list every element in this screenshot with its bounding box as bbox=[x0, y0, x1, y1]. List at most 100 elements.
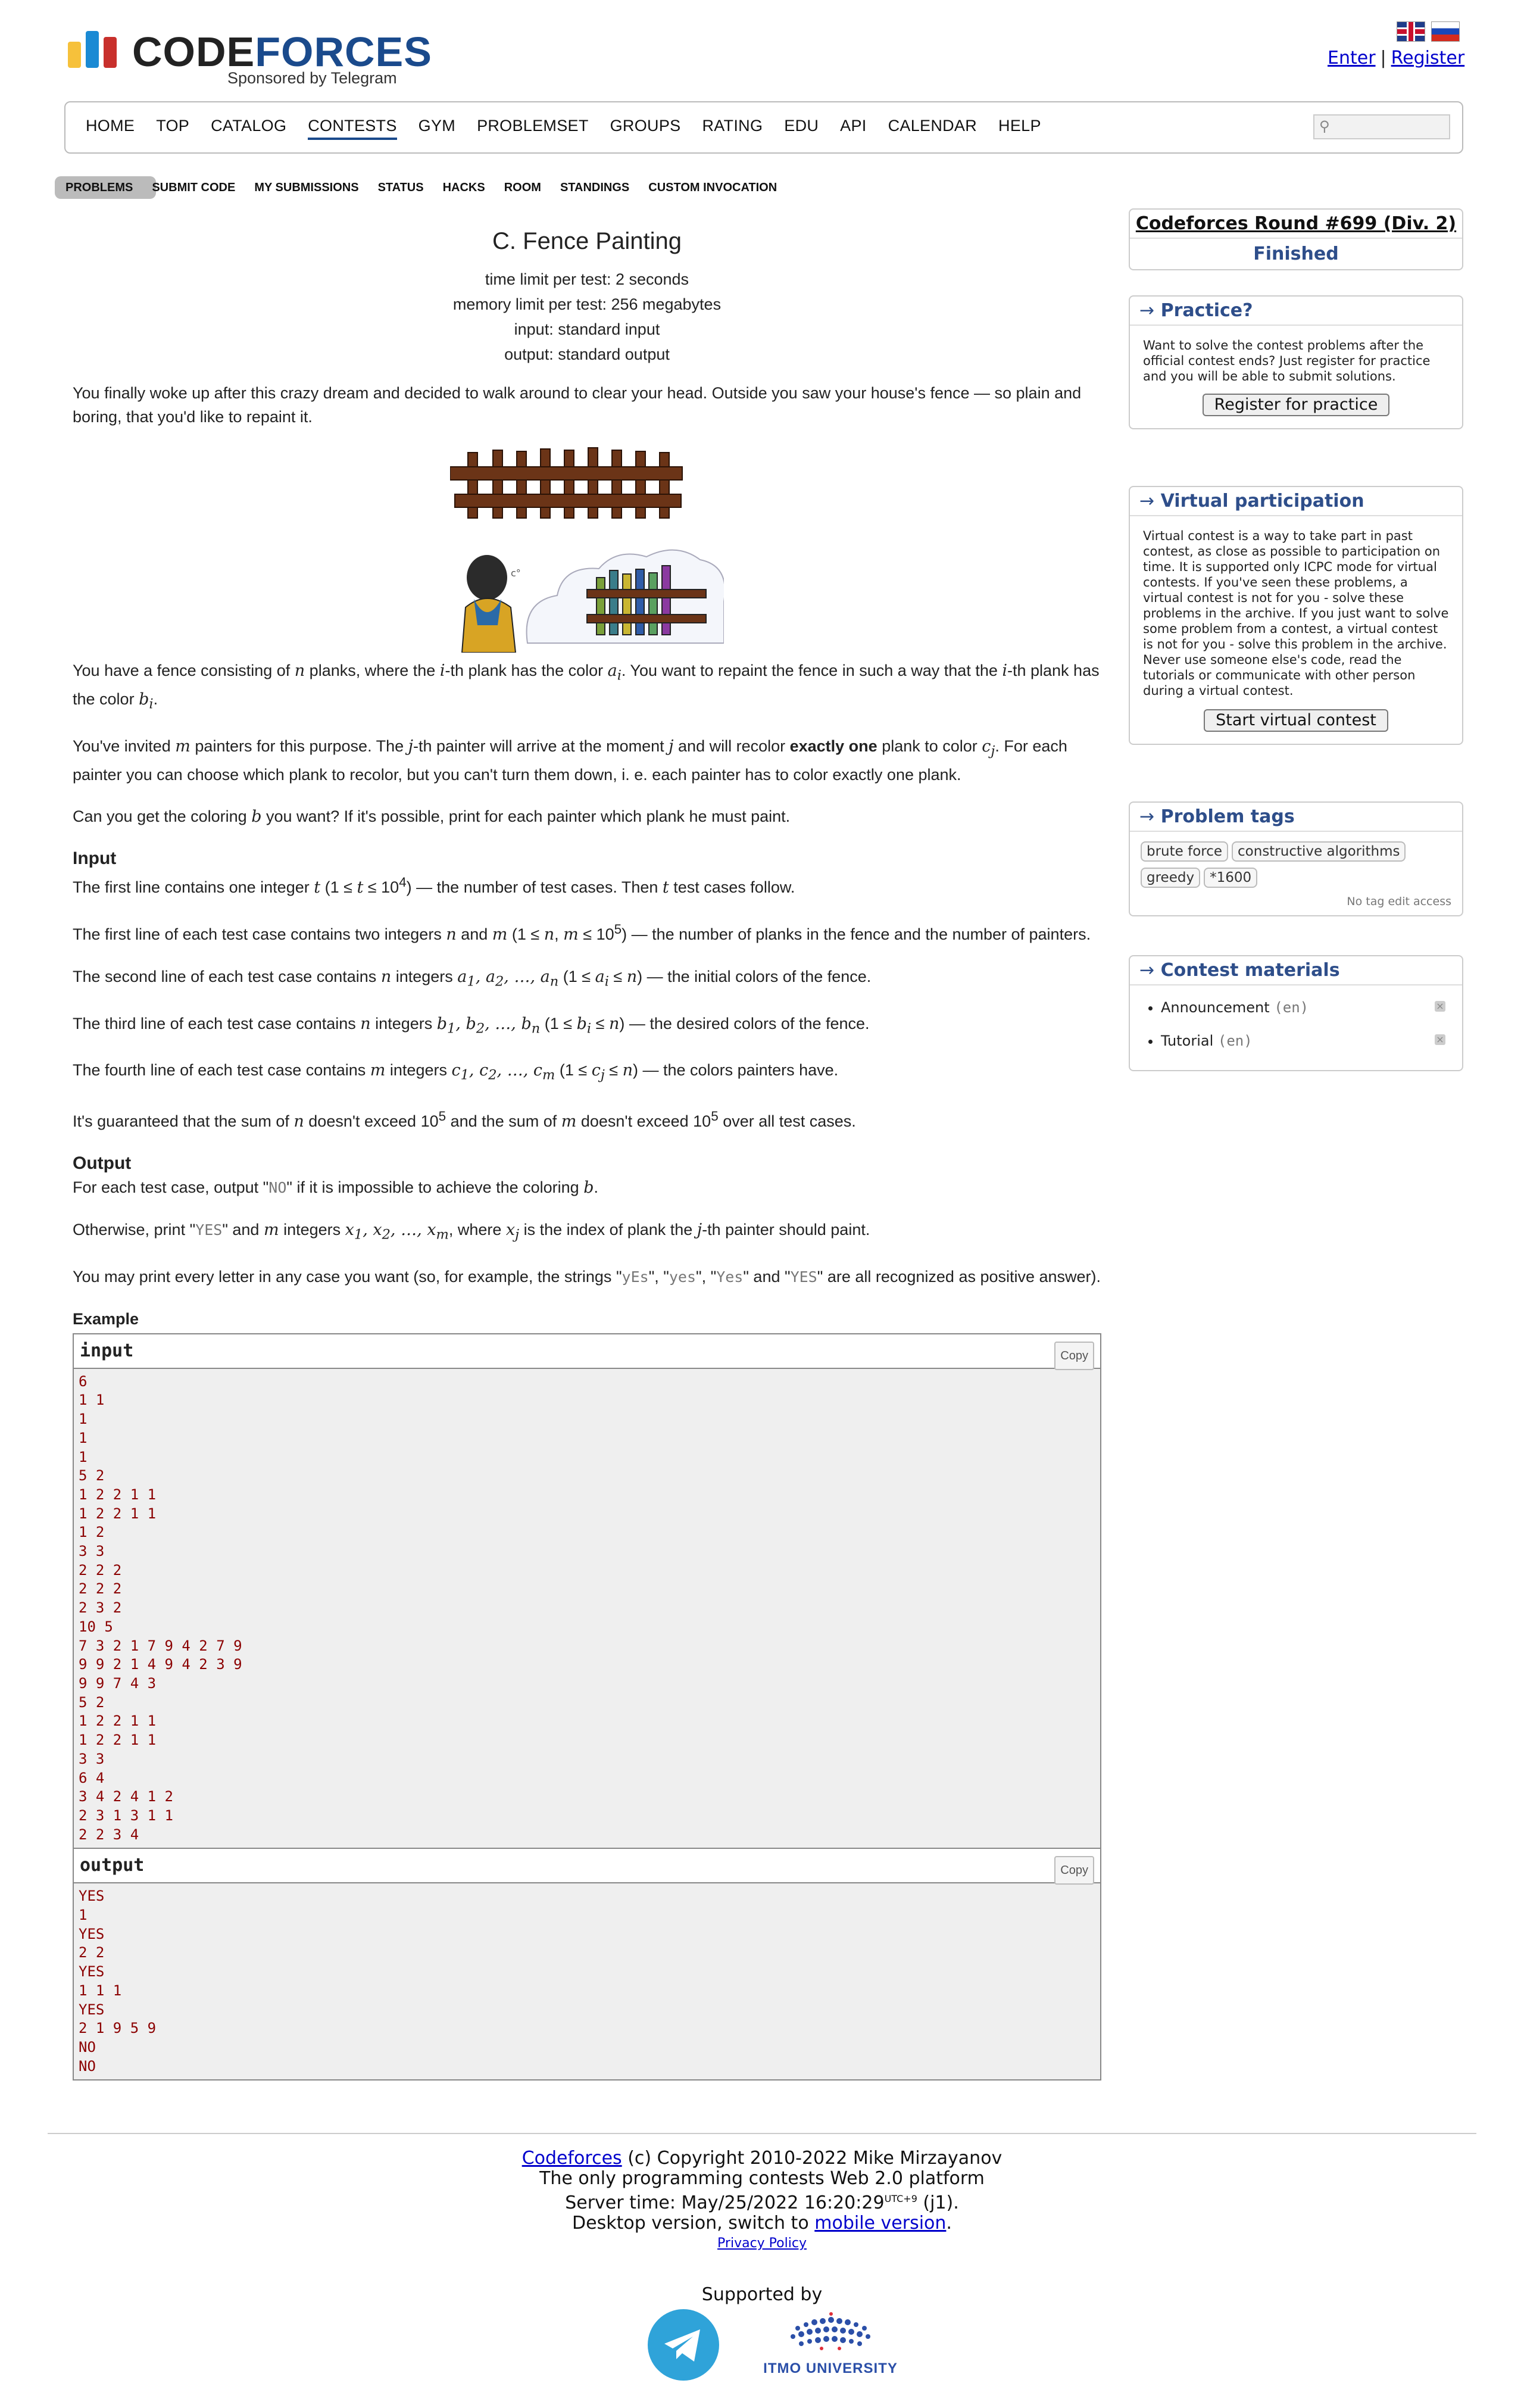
menu-item-contests[interactable]: CONTESTS bbox=[308, 117, 397, 140]
memory-limit: memory limit per test: 256 megabytes bbox=[452, 295, 722, 313]
close-icon[interactable]: × bbox=[1435, 1034, 1445, 1045]
virtual-text: Virtual contest is a way to take part in… bbox=[1143, 529, 1449, 698]
output-spec: Otherwise, print "YES" and m integers x1… bbox=[73, 1221, 870, 1243]
start-virtual-button[interactable]: Start virtual contest bbox=[1204, 709, 1388, 732]
input-spec: The second line of each test case contai… bbox=[73, 968, 872, 990]
sample-input[interactable]: 6 1 1 1 1 1 5 2 1 2 2 1 1 1 2 2 1 1 1 2 … bbox=[74, 1368, 1100, 1848]
search-icon: ⚲ bbox=[1319, 118, 1330, 135]
tab-hacks[interactable]: HACKS bbox=[443, 181, 485, 195]
copy-output-button[interactable]: Copy bbox=[1054, 1856, 1094, 1885]
material-tutorial[interactable]: Tutorial (en)× bbox=[1161, 1033, 1445, 1049]
input-spec: The fourth line of each test case contai… bbox=[73, 1060, 839, 1083]
output-spec: You may print every letter in any case y… bbox=[73, 1267, 1101, 1286]
statement-paragraph: You have a fence consisting of n planks,… bbox=[73, 662, 1100, 712]
menu-item-problemset[interactable]: PROBLEMSET bbox=[477, 117, 589, 140]
codeforces-logo-icon[interactable] bbox=[68, 30, 119, 68]
problem-intro: You finally woke up after this crazy dre… bbox=[73, 384, 1082, 426]
auth-separator: | bbox=[1380, 48, 1386, 68]
statement-paragraph: Can you get the coloring b you want? If … bbox=[73, 807, 791, 826]
close-icon[interactable]: × bbox=[1435, 1001, 1445, 1012]
arrow-right-icon: → bbox=[1139, 960, 1155, 981]
tab-room[interactable]: ROOM bbox=[504, 181, 541, 195]
contest-submenu: PROBLEMS SUBMIT CODE MY SUBMISSIONS STAT… bbox=[55, 176, 796, 199]
no-tag-edit-note: No tag edit access bbox=[1347, 895, 1451, 908]
menu-item-home[interactable]: HOME bbox=[86, 117, 135, 140]
problem-tags-box: → Problem tags brute force constructive a… bbox=[1129, 801, 1463, 916]
enter-link[interactable]: Enter bbox=[1328, 48, 1376, 68]
input-spec: The third line of each test case contain… bbox=[73, 1014, 870, 1036]
codeforces-logo-text[interactable]: CODEFORCES bbox=[132, 31, 432, 73]
practice-box: → Practice? Want to solve the contest pr… bbox=[1129, 295, 1463, 429]
russian-flag-icon[interactable] bbox=[1431, 21, 1460, 42]
privacy-policy-link[interactable]: Privacy Policy bbox=[717, 2236, 807, 2251]
auth-links: Enter | Register bbox=[1328, 48, 1464, 68]
register-practice-button[interactable]: Register for practice bbox=[1202, 394, 1390, 416]
menu-item-top[interactable]: TOP bbox=[156, 117, 189, 140]
problem-statement: C. Fence Painting time limit per test: 2… bbox=[73, 226, 1101, 2081]
supported-by-text: Supported by bbox=[701, 2284, 823, 2305]
telegram-logo-icon[interactable] bbox=[648, 2309, 719, 2381]
menu-item-edu[interactable]: EDU bbox=[784, 117, 819, 140]
tag-difficulty[interactable]: *1600 bbox=[1204, 868, 1258, 888]
menu-item-gym[interactable]: GYM bbox=[419, 117, 455, 140]
english-flag-icon[interactable] bbox=[1397, 21, 1425, 42]
sample-output[interactable]: YES 1 YES 2 2 YES 1 1 1 YES 2 1 9 5 9 NO… bbox=[74, 1883, 1100, 2080]
arrow-right-icon: → bbox=[1139, 300, 1155, 321]
contest-status: Finished bbox=[1253, 244, 1339, 264]
sample-tests: input Copy 6 1 1 1 1 1 5 2 1 2 2 1 1 1 2… bbox=[73, 1333, 1101, 2081]
tab-my-submissions[interactable]: MY SUBMISSIONS bbox=[254, 181, 358, 195]
register-link[interactable]: Register bbox=[1391, 48, 1465, 68]
footer: Codeforces (c) Copyright 2010-2022 Mike … bbox=[0, 2148, 1524, 2305]
sample-output-header: output Copy bbox=[74, 1848, 1100, 1885]
menu-item-catalog[interactable]: CATALOG bbox=[211, 117, 286, 140]
practice-title: → Practice? bbox=[1130, 297, 1462, 326]
virtual-participation-box: → Virtual participation Virtual contest … bbox=[1129, 486, 1463, 745]
tagline: The only programming contests Web 2.0 pl… bbox=[539, 2168, 985, 2189]
tab-standings[interactable]: STANDINGS bbox=[560, 181, 629, 195]
menu-item-help[interactable]: HELP bbox=[998, 117, 1041, 140]
footer-divider bbox=[48, 2133, 1476, 2134]
search-input[interactable]: ⚲ bbox=[1313, 114, 1450, 139]
sponsor-text: Sponsored by Telegram bbox=[227, 69, 397, 87]
menu-item-calendar[interactable]: CALENDAR bbox=[888, 117, 977, 140]
copy-input-button[interactable]: Copy bbox=[1054, 1341, 1094, 1370]
menu-item-rating[interactable]: RATING bbox=[702, 117, 763, 140]
output-type: output: standard output bbox=[504, 345, 670, 363]
tags-title: → Problem tags bbox=[1130, 803, 1462, 832]
tag-greedy[interactable]: greedy bbox=[1141, 868, 1201, 888]
tab-custom-invocation[interactable]: CUSTOM INVOCATION bbox=[648, 181, 777, 195]
practice-text: Want to solve the contest problems after… bbox=[1143, 338, 1431, 383]
output-spec: For each test case, output "NO" if it is… bbox=[73, 1178, 599, 1197]
arrow-right-icon: → bbox=[1139, 806, 1155, 827]
tab-status[interactable]: STATUS bbox=[378, 181, 424, 195]
mobile-version-link[interactable]: mobile version bbox=[814, 2213, 946, 2234]
tag-constructive-algorithms[interactable]: constructive algorithms bbox=[1232, 841, 1406, 862]
itmo-text: ITMO UNIVERSITY bbox=[763, 2360, 898, 2376]
contest-materials-box: → Contest materials Announcement (en)× T… bbox=[1129, 955, 1463, 1071]
desktop-version-text: Desktop version, switch to mobile versio… bbox=[572, 2213, 952, 2234]
input-spec: The first line contains one integer t (1… bbox=[73, 875, 795, 897]
materials-title: → Contest materials bbox=[1130, 956, 1462, 985]
sample-input-label: input bbox=[80, 1340, 134, 1361]
codeforces-footer-link[interactable]: Codeforces bbox=[522, 2148, 622, 2169]
tab-problems[interactable]: PROBLEMS bbox=[65, 181, 133, 195]
material-announcement[interactable]: Announcement (en)× bbox=[1161, 1000, 1445, 1015]
sample-input-header: input Copy bbox=[74, 1334, 1100, 1370]
itmo-dots-icon bbox=[791, 2312, 870, 2350]
menu-item-api[interactable]: API bbox=[840, 117, 866, 140]
input-spec: It's guaranteed that the sum of n doesn'… bbox=[73, 1109, 856, 1131]
itmo-logo[interactable]: ITMO UNIVERSITY bbox=[756, 2310, 905, 2388]
fence-illustration: c° bbox=[73, 447, 1101, 653]
server-time: Server time: May/25/2022 16:20:29UTC+9 (… bbox=[565, 2192, 959, 2213]
menu-item-groups[interactable]: GROUPS bbox=[610, 117, 681, 140]
practice-text-container: Want to solve the contest problems after… bbox=[1130, 326, 1462, 428]
virtual-title: → Virtual participation bbox=[1130, 487, 1462, 516]
sample-output-label: output bbox=[80, 1855, 145, 1876]
problem-title: C. Fence Painting bbox=[492, 228, 682, 254]
input-spec: The first line of each test case contain… bbox=[73, 922, 1091, 944]
tag-brute-force[interactable]: brute force bbox=[1141, 841, 1229, 862]
tab-submit-code[interactable]: SUBMIT CODE bbox=[152, 181, 235, 195]
contest-info-box: Codeforces Round #699 (Div. 2) Finished bbox=[1129, 208, 1463, 270]
contest-name-link[interactable]: Codeforces Round #699 (Div. 2) bbox=[1136, 213, 1456, 234]
example-heading: Example bbox=[73, 1309, 139, 1328]
